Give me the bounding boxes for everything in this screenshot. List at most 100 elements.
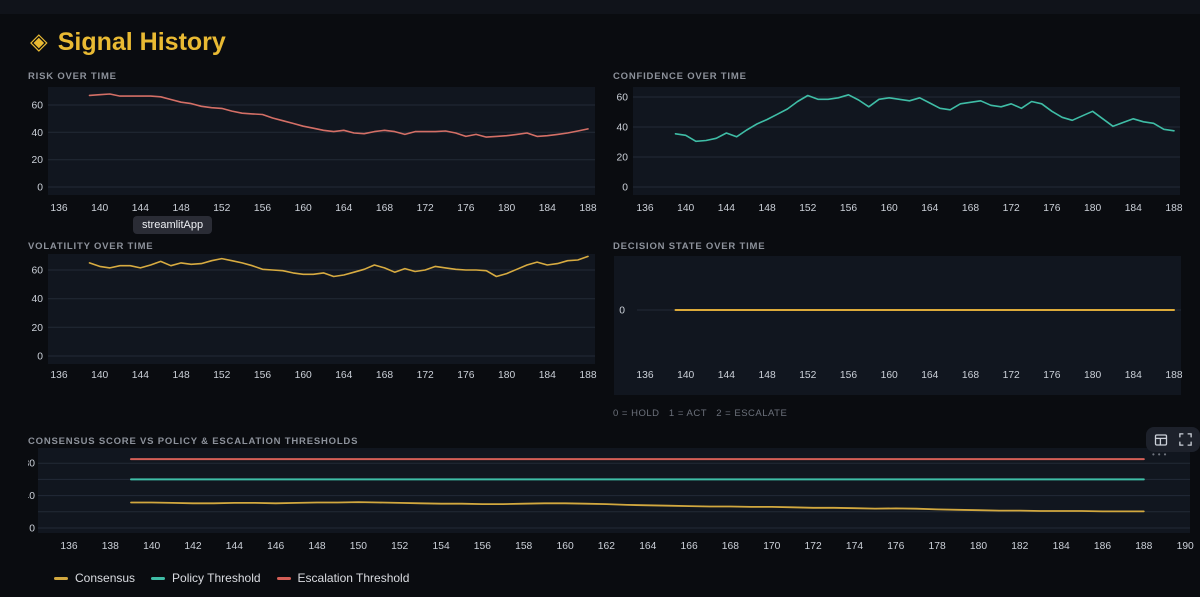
svg-text:176: 176: [1043, 203, 1060, 214]
svg-text:186: 186: [1094, 541, 1111, 552]
svg-text:0: 0: [37, 183, 43, 194]
svg-text:184: 184: [1125, 203, 1142, 214]
svg-text:40: 40: [28, 491, 35, 502]
svg-text:142: 142: [184, 541, 201, 552]
svg-text:148: 148: [173, 203, 190, 214]
svg-text:140: 140: [91, 203, 108, 214]
svg-text:152: 152: [213, 370, 230, 381]
svg-text:60: 60: [32, 101, 44, 112]
svg-text:164: 164: [639, 541, 656, 552]
svg-text:0: 0: [622, 183, 628, 194]
legend-label: Escalation Threshold: [298, 571, 410, 585]
svg-text:190: 190: [1177, 541, 1194, 552]
svg-text:136: 136: [636, 203, 653, 214]
svg-text:156: 156: [840, 203, 857, 214]
svg-text:136: 136: [60, 541, 77, 552]
svg-text:168: 168: [722, 541, 739, 552]
svg-text:60: 60: [617, 93, 629, 104]
consensus-chart-legend: Consensus Policy Threshold Escalation Th…: [54, 571, 409, 585]
legend-item-escalation-threshold[interactable]: Escalation Threshold: [277, 571, 410, 585]
svg-text:136: 136: [50, 203, 67, 214]
svg-text:170: 170: [763, 541, 780, 552]
decision-chart[interactable]: 0136140144148152156160164168172176180184…: [613, 253, 1182, 401]
svg-text:178: 178: [929, 541, 946, 552]
svg-text:180: 180: [970, 541, 987, 552]
svg-text:188: 188: [1135, 541, 1152, 552]
svg-text:176: 176: [1043, 370, 1060, 381]
svg-text:172: 172: [1003, 370, 1020, 381]
svg-text:162: 162: [598, 541, 615, 552]
svg-text:146: 146: [267, 541, 284, 552]
svg-text:40: 40: [32, 294, 44, 305]
svg-text:184: 184: [1125, 370, 1142, 381]
legend-item-policy-threshold[interactable]: Policy Threshold: [151, 571, 261, 585]
svg-text:148: 148: [308, 541, 325, 552]
svg-text:172: 172: [417, 370, 434, 381]
confidence-chart-title: CONFIDENCE OVER TIME: [613, 71, 747, 82]
risk-chart[interactable]: 0204060136140144148152156160164168172176…: [28, 85, 597, 222]
svg-text:40: 40: [32, 128, 44, 139]
svg-text:188: 188: [579, 203, 596, 214]
volatility-chart[interactable]: 0204060136140144148152156160164168172176…: [28, 252, 597, 389]
svg-text:172: 172: [1003, 203, 1020, 214]
svg-text:0: 0: [29, 524, 35, 535]
table-view-button[interactable]: [1153, 432, 1169, 448]
svg-text:152: 152: [799, 203, 816, 214]
svg-text:160: 160: [295, 203, 312, 214]
svg-text:140: 140: [677, 370, 694, 381]
svg-text:0: 0: [37, 352, 43, 363]
fullscreen-icon: [1178, 432, 1193, 447]
consensus-chart[interactable]: 0408013613814014214414614815015215415615…: [28, 446, 1200, 559]
svg-text:80: 80: [28, 459, 35, 470]
svg-text:166: 166: [681, 541, 698, 552]
fullscreen-button[interactable]: [1178, 432, 1193, 447]
svg-text:164: 164: [335, 203, 352, 214]
svg-text:152: 152: [213, 203, 230, 214]
svg-text:144: 144: [718, 203, 735, 214]
svg-text:176: 176: [457, 203, 474, 214]
svg-text:188: 188: [579, 370, 596, 381]
svg-text:184: 184: [1053, 541, 1070, 552]
svg-text:168: 168: [962, 370, 979, 381]
svg-text:20: 20: [617, 153, 629, 164]
svg-text:150: 150: [350, 541, 367, 552]
svg-text:174: 174: [846, 541, 863, 552]
svg-text:160: 160: [295, 370, 312, 381]
svg-text:168: 168: [962, 203, 979, 214]
svg-text:188: 188: [1165, 203, 1182, 214]
svg-text:180: 180: [1084, 203, 1101, 214]
svg-text:144: 144: [132, 203, 149, 214]
confidence-chart[interactable]: 0204060136140144148152156160164168172176…: [613, 85, 1182, 222]
svg-text:164: 164: [335, 370, 352, 381]
svg-text:152: 152: [799, 370, 816, 381]
svg-text:156: 156: [840, 370, 857, 381]
svg-text:176: 176: [887, 541, 904, 552]
svg-text:172: 172: [417, 203, 434, 214]
table-view-icon: [1153, 432, 1169, 448]
svg-text:136: 136: [636, 370, 653, 381]
svg-text:140: 140: [143, 541, 160, 552]
consensus-line-swatch: [54, 577, 68, 580]
svg-text:156: 156: [474, 541, 491, 552]
svg-text:148: 148: [759, 370, 776, 381]
svg-text:160: 160: [557, 541, 574, 552]
svg-text:148: 148: [173, 370, 190, 381]
svg-text:156: 156: [254, 370, 271, 381]
risk-chart-title: RISK OVER TIME: [28, 71, 117, 82]
legend-label: Consensus: [75, 571, 135, 585]
svg-text:152: 152: [391, 541, 408, 552]
streamlit-app-tooltip: streamlitApp: [133, 216, 212, 234]
svg-text:184: 184: [539, 203, 556, 214]
svg-text:140: 140: [91, 370, 108, 381]
escalation-line-swatch: [277, 577, 291, 580]
svg-text:188: 188: [1165, 370, 1182, 381]
svg-text:158: 158: [515, 541, 532, 552]
svg-text:176: 176: [457, 370, 474, 381]
svg-text:40: 40: [617, 123, 629, 134]
legend-item-consensus[interactable]: Consensus: [54, 571, 135, 585]
svg-text:180: 180: [1084, 370, 1101, 381]
svg-text:140: 140: [677, 203, 694, 214]
svg-text:0: 0: [619, 306, 625, 317]
svg-text:20: 20: [32, 155, 44, 166]
more-options-icon[interactable]: •••: [1152, 450, 1169, 459]
